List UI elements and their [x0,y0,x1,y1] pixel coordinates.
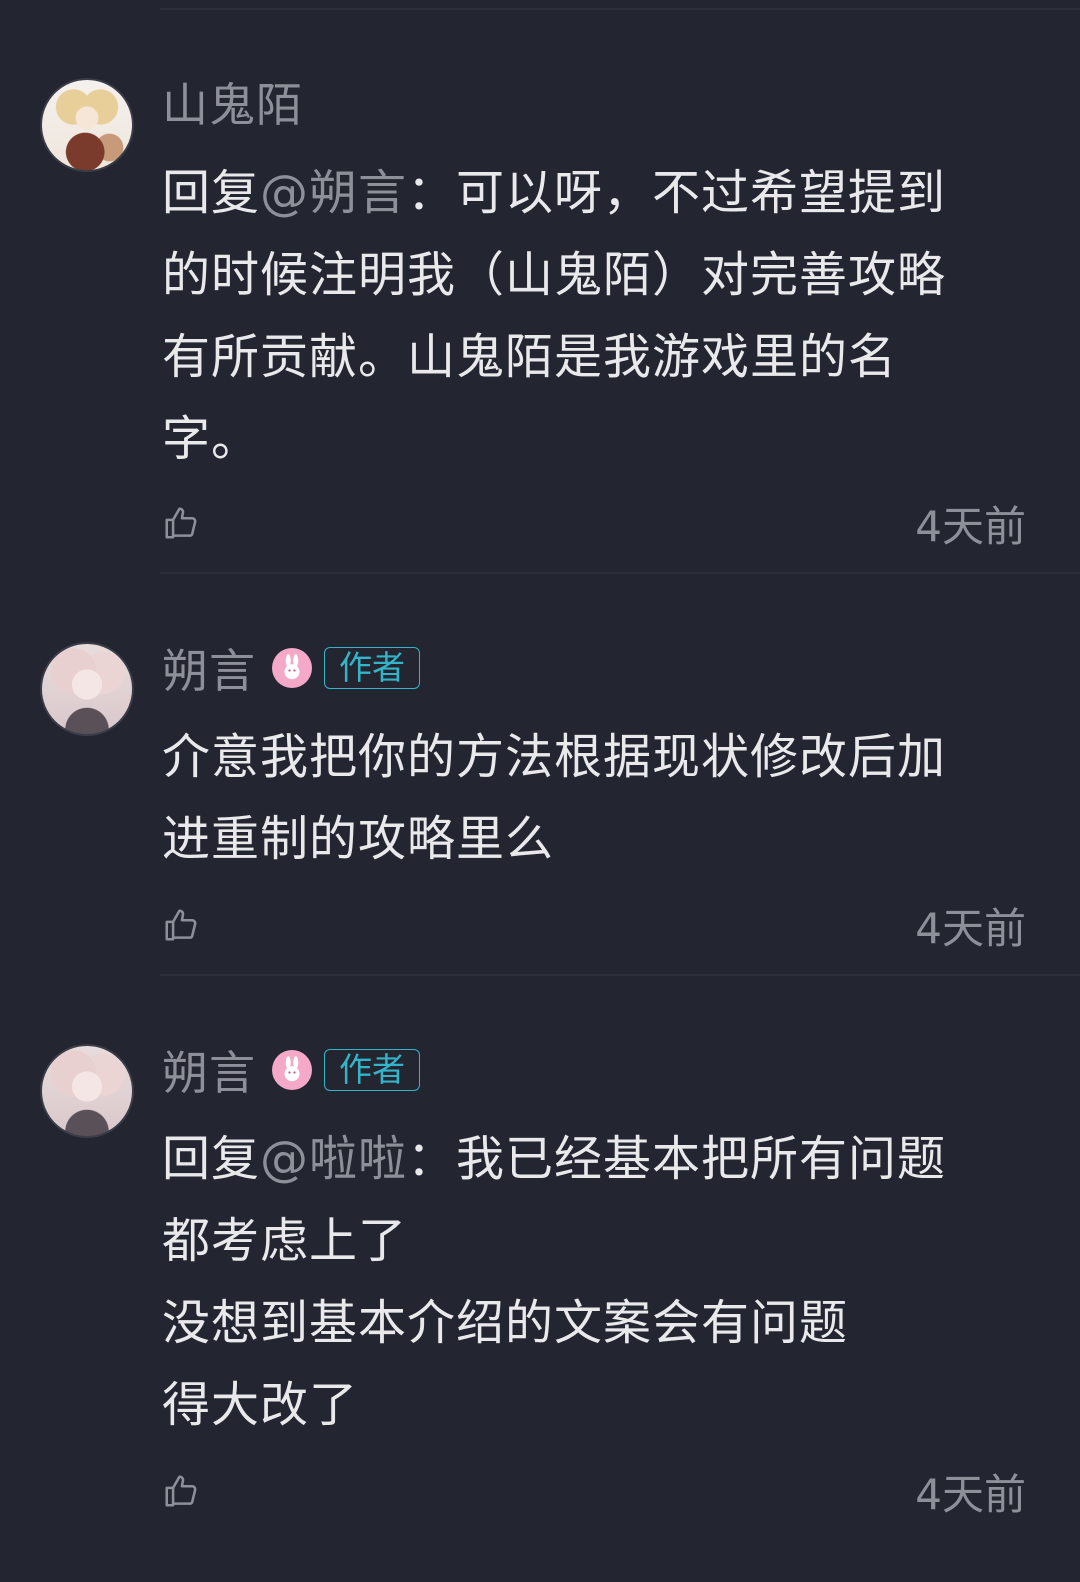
avatar[interactable] [40,642,134,736]
reply-prefix: 回复 [162,165,261,221]
thumbs-up-icon[interactable] [162,906,200,944]
comment-line: 进重制的攻略里么 [162,811,555,867]
divider [160,572,1080,574]
comment-actions: 4天前 [162,498,1026,551]
comment-line: 介意我把你的方法根据现状修改后加 [162,729,947,785]
comment-line: 我已经基本把所有问题 [456,1131,947,1187]
author-tag: 作者 [324,647,420,689]
comment-line: 都考虑上了 [162,1213,408,1269]
timestamp: 4天前 [915,501,1026,551]
comment-text[interactable]: 回复@啦啦：我已经基本把所有问题 都考虑上了 没想到基本介绍的文案会有问题 得大… [162,1118,1022,1446]
username[interactable]: 山鬼陌 [162,69,303,135]
thumbs-up-icon[interactable] [162,504,200,542]
comment-text[interactable]: 介意我把你的方法根据现状修改后加 进重制的攻略里么 [162,716,1022,880]
reply-mention[interactable]: @啦啦 [260,1131,407,1187]
username[interactable]: 朔言 [162,635,256,701]
divider [160,974,1080,976]
rabbit-badge-icon [272,1050,312,1090]
comment-line: 的时候注明我（山鬼陌）对完善攻略 [162,247,947,303]
top-divider [160,8,1080,10]
comment-line: 字。 [162,411,261,467]
comment-line: 得大改了 [162,1377,359,1433]
comment-line: 有所贡献。山鬼陌是我游戏里的名 [162,329,898,385]
comment-actions: 4天前 [162,900,1026,953]
reply-prefix: 回复 [162,1131,261,1187]
avatar[interactable] [40,78,134,172]
comment-line: 没想到基本介绍的文案会有问题 [162,1295,849,1351]
reply-separator: ： [407,1131,457,1187]
timestamp: 4天前 [915,1469,1026,1519]
reply-mention[interactable]: @朔言 [260,165,407,221]
comment-header: 朔言 作者 [162,638,420,698]
thumbs-up-icon[interactable] [162,1472,200,1510]
comment-actions: 4天前 [162,1466,1026,1519]
comment-header: 山鬼陌 [162,72,303,132]
comment-text[interactable]: 回复@朔言：可以呀，不过希望提到 的时候注明我（山鬼陌）对完善攻略 有所贡献。山… [162,152,1022,480]
timestamp: 4天前 [915,903,1026,953]
avatar[interactable] [40,1044,134,1138]
username[interactable]: 朔言 [162,1037,256,1103]
rabbit-badge-icon [272,648,312,688]
comment-header: 朔言 作者 [162,1040,420,1100]
reply-separator: ： [407,165,457,221]
comment-line: 可以呀，不过希望提到 [456,165,947,221]
author-tag: 作者 [324,1049,420,1091]
